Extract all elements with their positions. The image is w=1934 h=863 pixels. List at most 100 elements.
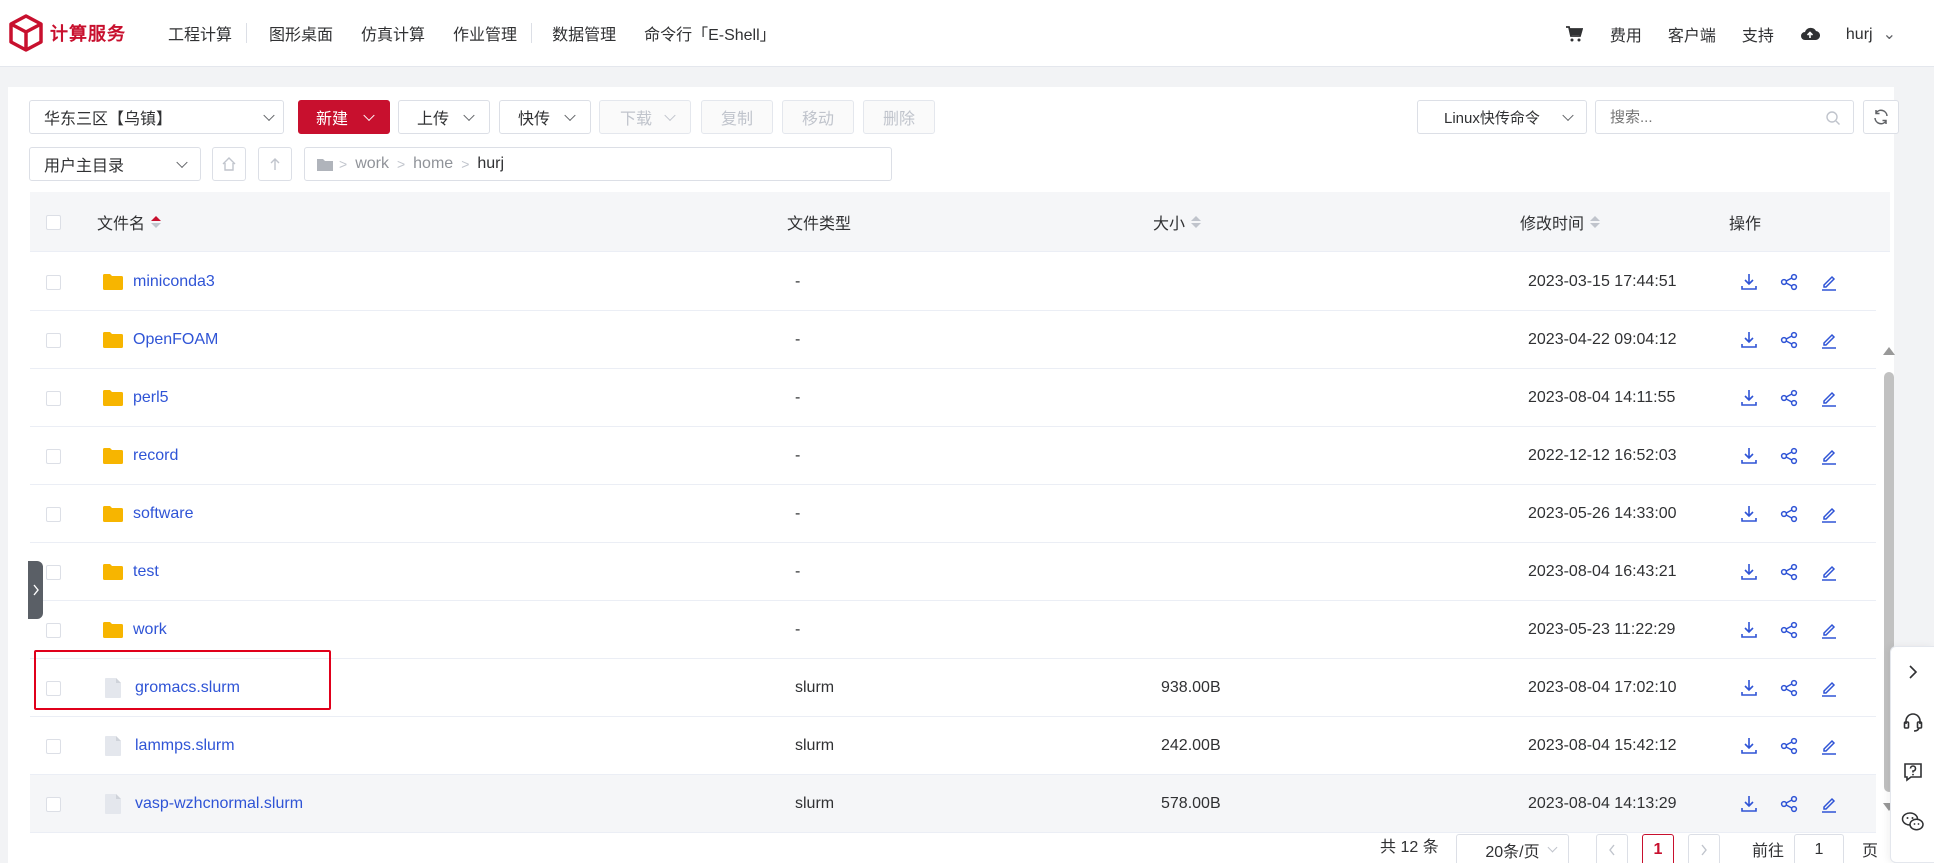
row-checkbox[interactable] [46,448,61,464]
row-checkbox[interactable] [46,564,61,580]
edit-action[interactable] [1819,388,1839,408]
copy-button[interactable]: 复制 [701,100,773,134]
download-action[interactable] [1739,446,1759,466]
delete-button[interactable]: 删除 [863,100,935,134]
nav-support[interactable]: 支持 [1742,22,1774,46]
collapse-tab[interactable] [28,561,43,619]
row-checkbox[interactable] [46,274,61,290]
edit-action[interactable] [1819,504,1839,524]
sort-icon[interactable] [1191,216,1202,228]
nav-job-management[interactable]: 作业管理 [453,21,517,45]
row-checkbox[interactable] [46,738,61,754]
share-action[interactable] [1779,330,1799,350]
breadcrumb-home[interactable]: home [413,155,453,173]
home-dir-select[interactable]: 用户主目录 [29,147,201,181]
nav-graphic-desktop[interactable]: 图形桌面 [269,21,333,45]
file-name-link[interactable]: perl5 [133,389,169,407]
share-action[interactable] [1779,794,1799,814]
col-size[interactable]: 大小 [1153,192,1202,252]
page-size-select[interactable]: 20条/页 [1456,834,1569,863]
row-checkbox[interactable] [46,796,61,812]
search-field[interactable] [1610,108,1810,126]
refresh-button[interactable] [1863,100,1899,134]
goto-page-input[interactable]: 1 [1794,834,1844,863]
new-button[interactable]: 新建 [298,100,390,134]
file-name-link[interactable]: record [133,447,178,465]
file-name-link[interactable]: OpenFOAM [133,331,218,349]
table-row[interactable]: lammps.slurm slurm 242.00B 2023-08-04 15:42… [30,717,1876,775]
download-button[interactable]: 下载 [599,100,691,134]
cloud-upload-icon[interactable] [1800,24,1820,44]
table-row[interactable]: miniconda3 - 2023-03-15 17:44:51 [30,253,1876,311]
nav-engineering-compute[interactable]: 工程计算 [168,21,232,45]
select-all-checkbox[interactable] [46,214,61,230]
download-action[interactable] [1739,562,1759,582]
file-name-link[interactable]: work [133,621,167,639]
download-action[interactable] [1739,504,1759,524]
up-level-button[interactable] [258,147,292,181]
user-menu[interactable]: hurj ⌄ [1846,24,1896,44]
download-action[interactable] [1739,736,1759,756]
share-action[interactable] [1779,736,1799,756]
download-action[interactable] [1739,388,1759,408]
file-name-link[interactable]: lammps.slurm [135,737,235,755]
share-action[interactable] [1779,562,1799,582]
help-button[interactable] [1891,747,1934,797]
share-action[interactable] [1779,620,1799,640]
edit-action[interactable] [1819,678,1839,698]
row-checkbox[interactable] [46,332,61,348]
download-action[interactable] [1739,794,1759,814]
search-input[interactable] [1595,100,1854,134]
share-action[interactable] [1779,504,1799,524]
home-button[interactable] [212,147,246,181]
cart-icon[interactable] [1564,24,1584,44]
col-mtime[interactable]: 修改时间 [1520,192,1601,252]
table-row[interactable]: software - 2023-05-26 14:33:00 [30,485,1876,543]
col-name[interactable]: 文件名 [97,192,162,252]
download-action[interactable] [1739,330,1759,350]
edit-action[interactable] [1819,330,1839,350]
fast-upload-button[interactable]: 快传 [499,100,591,134]
nav-fees[interactable]: 费用 [1610,22,1642,46]
download-action[interactable] [1739,272,1759,292]
share-action[interactable] [1779,678,1799,698]
brand-logo[interactable]: 计算服务 [8,14,158,52]
file-name-link[interactable]: test [133,563,159,581]
share-action[interactable] [1779,388,1799,408]
collapse-toolbar-button[interactable] [1891,647,1934,697]
region-select[interactable]: 华东三区【乌镇】 [29,100,284,134]
edit-action[interactable] [1819,794,1839,814]
scroll-up-arrow[interactable] [1883,347,1895,355]
sort-icon[interactable] [1590,216,1601,228]
sort-icon[interactable] [151,216,162,228]
edit-action[interactable] [1819,736,1839,756]
move-button[interactable]: 移动 [782,100,854,134]
file-name-link[interactable]: miniconda3 [133,273,215,291]
edit-action[interactable] [1819,620,1839,640]
edit-action[interactable] [1819,272,1839,292]
nav-eshell[interactable]: 命令行「E-Shell」 [644,21,776,45]
table-row[interactable]: record - 2022-12-12 16:52:03 [30,427,1876,485]
row-checkbox[interactable] [46,622,61,638]
file-name-link[interactable]: vasp-wzhcnormal.slurm [135,795,303,813]
edit-action[interactable] [1819,446,1839,466]
customer-service-button[interactable] [1891,697,1934,747]
nav-client[interactable]: 客户端 [1668,22,1716,46]
table-row[interactable]: test - 2023-08-04 16:43:21 [30,543,1876,601]
file-name-link[interactable]: software [133,505,193,523]
linux-command-select[interactable]: Linux快传命令 [1417,100,1587,134]
breadcrumb-hurj[interactable]: hurj [477,155,504,173]
edit-action[interactable] [1819,562,1839,582]
table-row[interactable]: perl5 - 2023-08-04 14:11:55 [30,369,1876,427]
download-action[interactable] [1739,678,1759,698]
breadcrumb-work[interactable]: work [355,155,389,173]
table-row[interactable]: OpenFOAM - 2023-04-22 09:04:12 [30,311,1876,369]
nav-data-management[interactable]: 数据管理 [552,21,616,45]
nav-simulation[interactable]: 仿真计算 [361,21,425,45]
upload-button[interactable]: 上传 [398,100,490,134]
row-checkbox[interactable] [46,390,61,406]
row-checkbox[interactable] [46,506,61,522]
next-page-button[interactable] [1688,834,1720,863]
share-action[interactable] [1779,272,1799,292]
table-row[interactable]: vasp-wzhcnormal.slurm slurm 578.00B 2023-08… [30,775,1876,833]
